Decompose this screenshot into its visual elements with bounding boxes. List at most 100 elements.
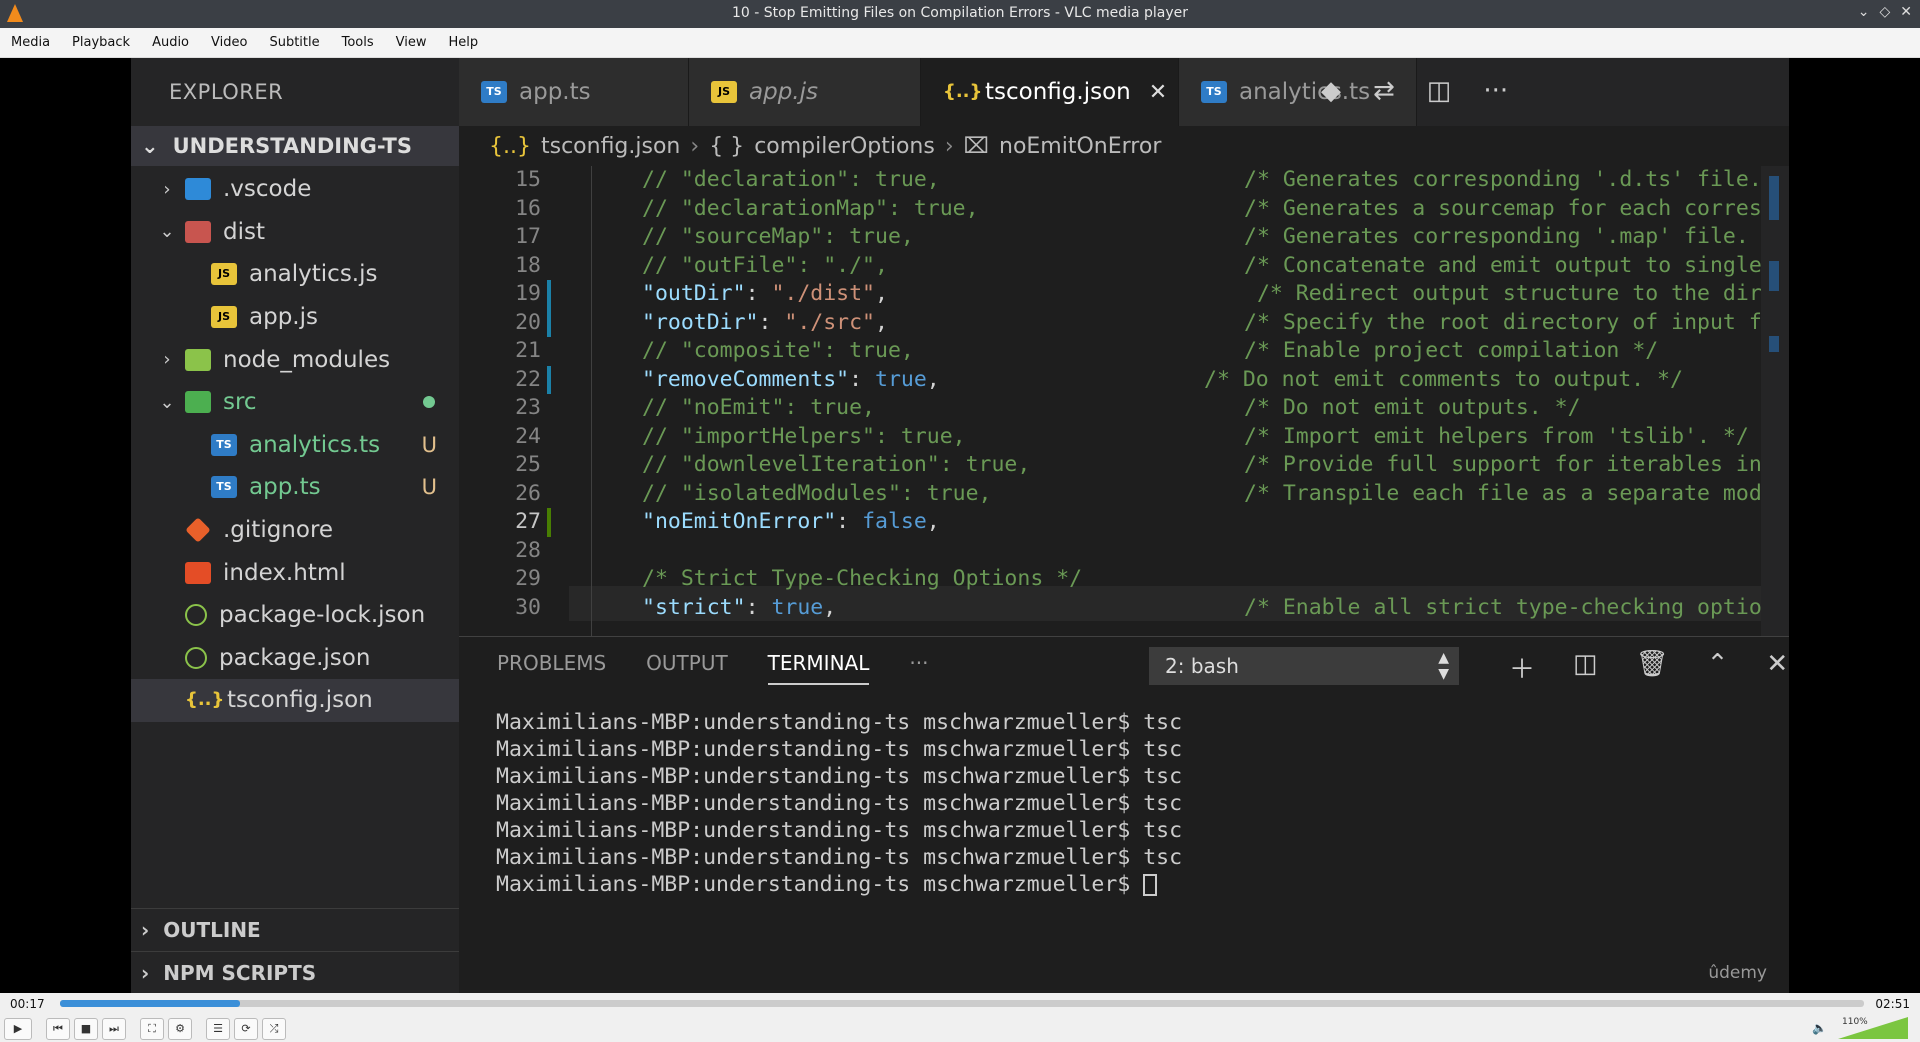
video-area[interactable]: EXPLORER ⌄ UNDERSTANDING-TS › .vscode ⌄ dist… (0, 58, 1920, 993)
volume-slider[interactable]: 🔈 110% (1812, 1017, 1912, 1041)
tree-item-label: tsconfig.json (227, 687, 373, 714)
code-text: "noEmitOnError": false, (642, 509, 940, 534)
minimize-icon[interactable]: ⌄ (1858, 4, 1870, 20)
more-icon[interactable]: ··· (909, 651, 928, 685)
menu-audio[interactable]: Audio (141, 35, 200, 50)
terminal-line-text: Maximilians-MBP:understanding-ts mschwar… (496, 791, 1183, 816)
previous-button[interactable]: ⏮ (46, 1017, 70, 1040)
title-bar: 10 - Stop Emitting Files on Compilation … (0, 0, 1920, 28)
tree-item[interactable]: .gitignore (131, 509, 459, 552)
maximize-panel-icon[interactable]: ⌃ (1707, 649, 1729, 686)
shuffle-icon: ⤮ (269, 1021, 279, 1035)
code-editor[interactable]: 15 // "declaration": true, /* Generates co… (459, 166, 1789, 636)
seek-progress (60, 1000, 241, 1007)
code-text: // "declarationMap": true, (642, 195, 979, 221)
play-button[interactable]: ▶ (4, 1017, 32, 1040)
restore-icon[interactable]: ◇ (1879, 4, 1890, 20)
ts-file-icon: TS (1201, 81, 1227, 103)
panel-tab-problems[interactable]: PROBLEMS (497, 651, 606, 685)
terminal-line-text: Maximilians-MBP:understanding-ts mschwar… (496, 818, 1183, 843)
line-number: 24 (515, 423, 541, 449)
tree-item-label: app.js (249, 304, 318, 331)
file-tree: › .vscode ⌄ dist JS analytics.js JS app.js › node… (131, 168, 459, 722)
menu-subtitle[interactable]: Subtitle (258, 35, 330, 50)
outline-section[interactable]: › OUTLINE (131, 908, 459, 950)
code-line: 19 "outDir": "./dist", /* Redirect output… (459, 280, 1789, 309)
extended-settings-button[interactable]: ⚙ (168, 1017, 192, 1040)
menu-media[interactable]: Media (0, 35, 61, 50)
code-text: // "downlevelIteration": true, (642, 452, 1031, 477)
tree-item[interactable]: TS app.ts U (131, 466, 459, 509)
tree-item[interactable]: package.json (131, 637, 459, 680)
code-text: // "declaration": true, (642, 167, 940, 192)
code-comment: /* Enable project compilation */ (1244, 338, 1659, 363)
code-text: // "noEmit": true, (642, 395, 875, 420)
playlist-button[interactable]: ☰ (206, 1017, 230, 1040)
tree-item[interactable]: TS analytics.ts U (131, 424, 459, 467)
json-value: false (862, 509, 927, 534)
breadcrumb-item[interactable]: noEmitOnError (999, 134, 1161, 159)
close-icon[interactable]: ✕ (1900, 4, 1912, 20)
terminal-line-text: Maximilians-MBP:understanding-ts mschwar… (496, 737, 1183, 762)
close-tab-icon[interactable]: ✕ (1149, 80, 1167, 105)
terminal-line-text: Maximilians-MBP:understanding-ts mschwar… (496, 845, 1183, 870)
panel-tab-terminal[interactable]: TERMINAL (767, 651, 870, 685)
tree-item[interactable]: package-lock.json (131, 594, 459, 637)
code-line: 20 "rootDir": "./src", /* Specify the root… (459, 308, 1789, 337)
code-line: 22 "removeComments": true, /* Do not emit … (459, 365, 1789, 394)
next-button[interactable]: ⏭ (102, 1017, 126, 1040)
code-line: 15 // "declaration": true, /* Generates co… (459, 166, 1789, 195)
ts-file-icon: TS (211, 476, 237, 499)
menu-help[interactable]: Help (438, 35, 490, 50)
new-terminal-icon[interactable]: ＋ (1509, 649, 1535, 686)
tree-item[interactable]: › .vscode (131, 168, 459, 211)
terminal-select-value: 2: bash (1165, 654, 1239, 678)
trash-icon[interactable]: 🗑 (1636, 649, 1669, 686)
tree-item[interactable]: › node_modules (131, 338, 459, 381)
tree-item[interactable]: {..} tsconfig.json (131, 679, 459, 722)
shuffle-button[interactable]: ⤮ (262, 1017, 286, 1040)
split-terminal-icon[interactable]: ◫ (1573, 649, 1598, 686)
git-compare-icon[interactable]: ◆ (1321, 76, 1341, 106)
open-changes-icon[interactable]: ⇄ (1373, 76, 1395, 106)
menu-view[interactable]: View (385, 35, 438, 50)
line-number: 25 (515, 452, 541, 477)
json-value: "./dist" (771, 281, 876, 306)
menu-playback[interactable]: Playback (61, 35, 141, 50)
code-text: // "importHelpers": true, (642, 423, 966, 449)
tab-app-ts[interactable]: TS app.ts (459, 58, 689, 126)
tab-app-js[interactable]: JS app.js (689, 58, 921, 126)
panel-tab-output[interactable]: OUTPUT (646, 651, 728, 685)
npm-scripts-section[interactable]: › NPM SCRIPTS (131, 951, 459, 993)
loop-button[interactable]: ⟳ (234, 1017, 258, 1040)
fullscreen-button[interactable]: ⛶ (140, 1017, 164, 1040)
breadcrumb-item[interactable]: compilerOptions (754, 134, 935, 159)
close-panel-icon[interactable]: ✕ (1766, 649, 1788, 686)
code-text: // "outFile": "./", (642, 252, 888, 278)
playlist-icon: ☰ (213, 1022, 223, 1035)
stop-button[interactable]: ■ (74, 1017, 98, 1040)
tree-item[interactable]: index.html (131, 551, 459, 594)
tree-item[interactable]: JS app.js (131, 296, 459, 339)
split-editor-icon[interactable]: ◫ (1427, 76, 1452, 106)
tree-item[interactable]: ⌄ src (131, 381, 459, 424)
terminal-select[interactable]: 2: bash ▲ ▼ (1149, 647, 1459, 685)
more-actions-icon[interactable]: ··· (1483, 76, 1508, 106)
editor-actions: ◆ ⇄ ◫ ··· (1321, 76, 1508, 106)
editor-scrollbar[interactable] (1761, 166, 1789, 636)
seek-bar[interactable] (60, 1000, 1864, 1007)
breadcrumb-item[interactable]: tsconfig.json (541, 134, 680, 159)
menu-video[interactable]: Video (200, 35, 258, 50)
tree-item[interactable]: JS analytics.js (131, 253, 459, 296)
previous-icon: ⏮ (53, 1021, 63, 1035)
outline-label: OUTLINE (163, 917, 261, 942)
menu-bar: Media Playback Audio Video Subtitle Tools View… (0, 28, 1920, 58)
menu-tools[interactable]: Tools (331, 35, 385, 50)
tree-item[interactable]: ⌄ dist (131, 211, 459, 254)
workspace-root[interactable]: ⌄ UNDERSTANDING-TS (131, 126, 459, 166)
code-line: 21 // "composite": true, /* Enable project… (459, 337, 1789, 366)
tab-tsconfig-json[interactable]: {..} tsconfig.json ✕ (921, 58, 1179, 126)
terminal-output[interactable]: Maximilians-MBP:understanding-ts mschwar… (496, 709, 1182, 898)
code-line: 18 // "outFile": "./", /* Concatenate and … (459, 252, 1789, 281)
speaker-icon[interactable]: 🔈 (1812, 1021, 1827, 1035)
